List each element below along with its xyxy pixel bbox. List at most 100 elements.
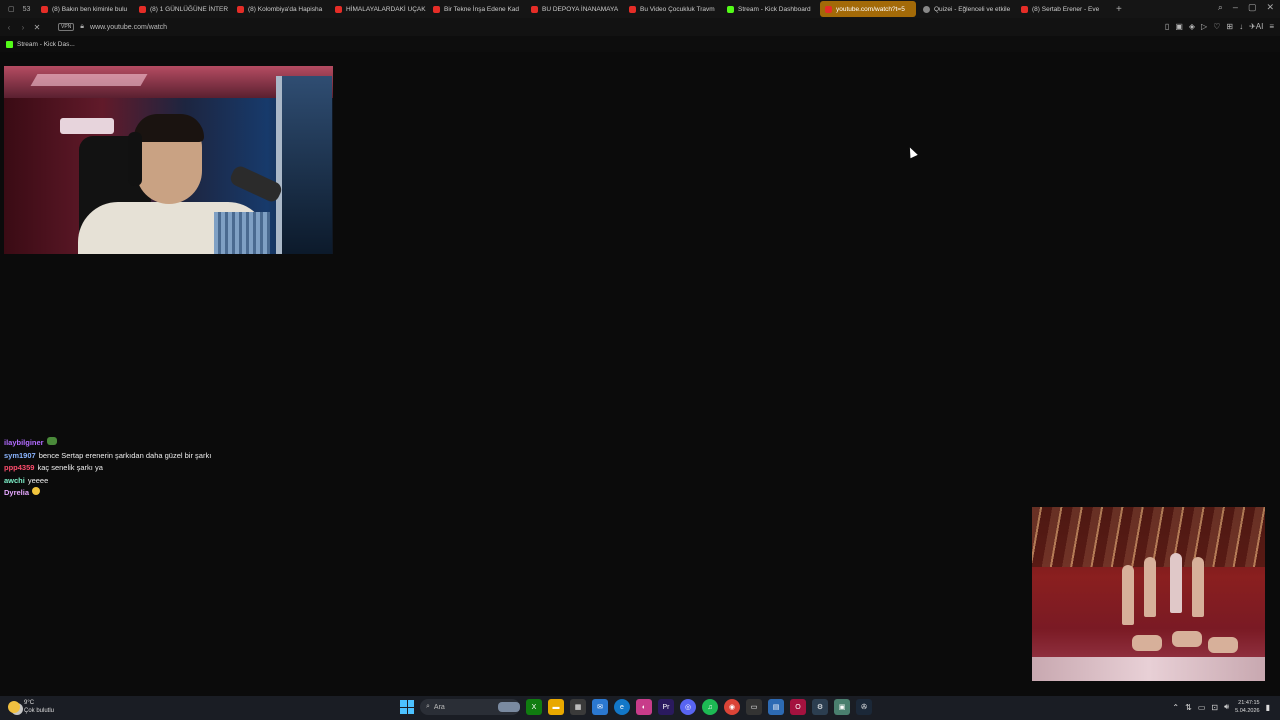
photo-editor-icon[interactable]: ▤ <box>768 699 784 715</box>
chat-overlay: ilaybilginer sym1907 bence Sertap erenerin… <box>4 437 324 500</box>
browser-tab[interactable]: Stream - Kick Dashboard <box>722 1 818 17</box>
download-icon[interactable]: ↓ <box>1239 22 1243 31</box>
browser-tab[interactable]: Quizei - Eğlenceli ve etkile <box>918 1 1014 17</box>
kick-icon <box>6 40 13 48</box>
webcam-streamer-hair <box>134 114 204 142</box>
youtube-icon <box>433 5 440 13</box>
calendar-icon[interactable]: ▦ <box>570 699 586 715</box>
youtube-icon <box>237 5 244 13</box>
forward-button[interactable]: › <box>18 23 28 32</box>
chevron-up-icon[interactable]: ⌃ <box>1172 703 1179 712</box>
new-tab-button[interactable]: + <box>1112 4 1122 15</box>
weather-icon <box>8 701 20 713</box>
tab-strip: (8) Bakın ben kiminle bulu (8) 1 GÜNLÜĞÜN… <box>36 1 1112 17</box>
close-button[interactable]: ✕ <box>1266 2 1274 13</box>
opera-gx-icon[interactable]: O <box>790 699 806 715</box>
tab-label: (8) Kolombiya'da Hapisha <box>248 5 323 13</box>
edge-icon[interactable]: e <box>614 699 630 715</box>
bookmark-icon[interactable]: ▯ <box>1165 22 1169 31</box>
network-icon[interactable]: ⊡ <box>1211 703 1218 712</box>
notifications-icon[interactable]: ▮ <box>1266 703 1270 712</box>
browser-tab[interactable]: (8) Kolombiya'da Hapisha <box>232 1 328 17</box>
usb-icon[interactable]: ⇅ <box>1185 703 1192 712</box>
app-icon[interactable]: ▣ <box>834 699 850 715</box>
heart-icon[interactable]: ♡ <box>1213 22 1220 31</box>
volume-icon[interactable]: 🔊︎ <box>1224 702 1229 712</box>
mail-icon[interactable]: ✉ <box>592 699 608 715</box>
browser-tab[interactable]: BU DEPOYA İNANAMAYA <box>526 1 622 17</box>
settings-icon[interactable]: ⚙ <box>812 699 828 715</box>
search-highlight-icon <box>498 702 520 712</box>
browser-tab[interactable]: youtube.com/watch?t=5 <box>820 1 916 17</box>
shield-icon[interactable]: ◈ <box>1189 22 1195 31</box>
browser-tab[interactable]: (8) 1 GÜNLÜĞÜNE İNTER <box>134 1 230 17</box>
webcam-window <box>276 76 332 254</box>
ai-button[interactable]: ✈AI <box>1249 22 1263 31</box>
browser-tab[interactable]: Bir Tekne İnşa Edene Kad <box>428 1 524 17</box>
tab-bar-left: ▢ 53 <box>0 5 36 14</box>
maximize-button[interactable]: ▢ <box>1248 2 1257 13</box>
tab-label: BU DEPOYA İNANAMAYA <box>542 5 619 13</box>
tab-counter[interactable]: 53 <box>23 6 31 13</box>
tab-label: (8) Sertab Erener - Eve <box>1032 5 1100 13</box>
mouse-cursor <box>906 145 918 159</box>
search-tabs-icon[interactable]: ⌕ <box>1218 2 1223 13</box>
chat-username[interactable]: sym1907 <box>4 450 36 463</box>
file-explorer-icon[interactable]: ▬ <box>548 699 564 715</box>
chat-message: sym1907 bence Sertap erenerin şarkıdan da… <box>4 450 324 463</box>
menu-icon[interactable]: ≡ <box>1269 22 1274 31</box>
spotify-icon[interactable]: ♫ <box>702 699 718 715</box>
weather-widget[interactable]: 9°C Çok bulutlu <box>8 699 54 715</box>
video-pip-overlay[interactable] <box>1032 507 1265 681</box>
tab-bar: ▢ 53 (8) Bakın ben kiminle bulu (8) 1 GÜN… <box>0 0 1280 18</box>
url-field[interactable]: www.youtube.com/watch <box>90 24 167 31</box>
youtube-icon <box>335 5 342 13</box>
tab-label: (8) 1 GÜNLÜĞÜNE İNTER <box>150 5 229 13</box>
browser-tab[interactable]: (8) Bakın ben kiminle bulu <box>36 1 132 17</box>
terminal-icon[interactable]: ▭ <box>746 699 762 715</box>
snapshot-icon[interactable]: ▣ <box>1175 22 1183 31</box>
discord-icon[interactable]: ◎ <box>680 699 696 715</box>
lock-icon[interactable]: 🔒︎ <box>80 23 84 31</box>
vpn-badge[interactable]: VPN <box>58 23 75 31</box>
youtube-icon <box>531 5 538 13</box>
weather-text: 9°C Çok bulutlu <box>24 699 54 715</box>
chat-username[interactable]: Dyrelia <box>4 487 29 500</box>
tab-label: youtube.com/watch?t=5 <box>836 5 905 13</box>
clock[interactable]: 21:47:15 5.04.2026 <box>1235 699 1259 715</box>
weather-temp: 9°C <box>24 700 35 706</box>
search-icon: ⌕ <box>426 703 430 710</box>
chrome-icon[interactable]: ◉ <box>724 699 740 715</box>
photos-icon[interactable]: ◐ <box>636 699 652 715</box>
taskbar-search[interactable]: ⌕ Ara <box>420 699 520 715</box>
chat-text: yeeee <box>27 475 49 485</box>
tab-label: Bir Tekne İnşa Edene Kad <box>444 5 520 13</box>
chat-username[interactable]: ppp4359 <box>4 462 34 475</box>
xbox-icon[interactable]: X <box>526 699 542 715</box>
browser-tab[interactable]: Bu Video Çocukluk Travm <box>624 1 720 17</box>
reload-button[interactable]: ✕ <box>32 23 42 32</box>
bookmarks-bar: Stream - Kick Das... <box>0 36 1280 52</box>
chat-text: kaç senelik şarkı ya <box>37 463 103 473</box>
clock-date: 5.04.2026 <box>1235 708 1260 714</box>
workspaces-icon[interactable]: ▢ <box>8 5 15 13</box>
webcam-headset <box>128 132 142 186</box>
browser-tab[interactable]: (8) Sertab Erener - Eve <box>1016 1 1112 17</box>
bookmark-item[interactable]: Stream - Kick Das... <box>17 41 75 48</box>
youtube-icon <box>629 5 636 13</box>
steam-icon[interactable]: ✇ <box>856 699 872 715</box>
webcam-air-conditioner <box>60 118 114 134</box>
wallet-icon[interactable]: ⊞ <box>1226 22 1233 31</box>
back-button[interactable]: ‹ <box>4 23 14 32</box>
chat-message: awchi yeeee <box>4 475 324 488</box>
display-icon[interactable]: ▭ <box>1198 703 1206 712</box>
premiere-icon[interactable]: Pr <box>658 699 674 715</box>
chat-username[interactable]: awchi <box>4 475 25 488</box>
start-button[interactable] <box>400 700 414 714</box>
webcam-radiator <box>214 212 270 254</box>
play-icon[interactable]: ▷ <box>1201 22 1207 31</box>
minimize-button[interactable]: – <box>1233 2 1238 13</box>
chat-username[interactable]: ilaybilginer <box>4 437 44 450</box>
browser-tab[interactable]: HİMALAYALARDAKİ UÇAK <box>330 1 426 17</box>
search-placeholder: Ara <box>433 703 445 711</box>
